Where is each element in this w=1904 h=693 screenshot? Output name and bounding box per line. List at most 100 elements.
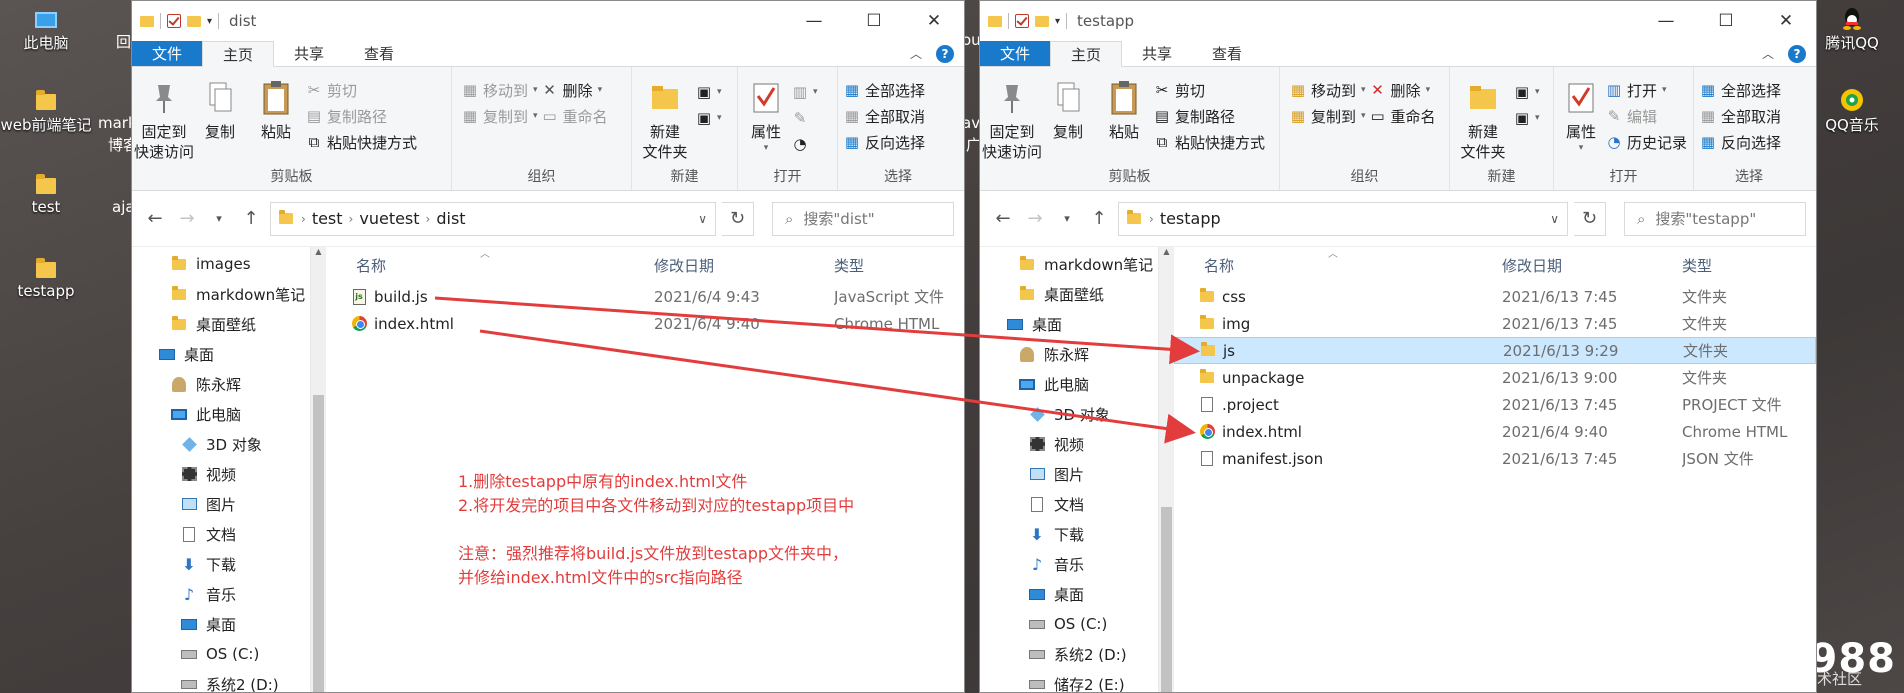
nav-item[interactable]: 桌面壁纸 — [980, 279, 1174, 309]
collapse-ribbon-icon[interactable]: ︿ — [1762, 45, 1774, 62]
move-to-button[interactable]: ▦ 移动到 ▾ — [462, 79, 538, 101]
desktop-icon-web-notes[interactable]: web前端笔记 — [0, 90, 92, 135]
file-row[interactable]: css 2021/6/13 7:45 文件夹 — [1174, 283, 1816, 310]
nav-item[interactable]: 桌面 — [980, 309, 1174, 339]
nav-item[interactable]: 储存2 (E:) — [980, 669, 1174, 692]
up-arrow-icon[interactable]: ↑ — [1086, 208, 1112, 229]
file-row[interactable]: img 2021/6/13 7:45 文件夹 — [1174, 310, 1816, 337]
cut-button[interactable]: ✂ 剪切 — [306, 79, 417, 101]
breadcrumb-segment[interactable]: test — [312, 209, 343, 228]
nav-item[interactable]: OS (C:) — [132, 639, 326, 669]
file-row[interactable]: js build.js 2021/6/4 9:43 JavaScript 文件 — [326, 283, 964, 310]
recent-locations-icon[interactable]: ▾ — [206, 212, 232, 225]
new-folder-icon[interactable] — [187, 15, 201, 27]
desktop-icon-testapp[interactable]: testapp — [0, 258, 92, 300]
invert-selection-button[interactable]: ▦ 反向选择 — [1700, 131, 1781, 153]
delete-button[interactable]: ✕ 删除 ▾ — [1370, 79, 1436, 101]
tab-view[interactable]: 查看 — [344, 41, 414, 66]
help-icon[interactable]: ? — [1788, 44, 1806, 63]
file-row[interactable]: js 2021/6/13 9:29 文件夹 — [1174, 337, 1816, 364]
edit-button[interactable]: ✎ 编辑 — [1606, 105, 1687, 127]
nav-scrollbar[interactable]: ▲ — [310, 247, 326, 692]
select-none-button[interactable]: ▦ 全部取消 — [844, 105, 925, 127]
file-row[interactable]: unpackage 2021/6/13 9:00 文件夹 — [1174, 364, 1816, 391]
history-button[interactable]: ◔ — [792, 133, 818, 155]
nav-item[interactable]: markdown笔记 — [132, 279, 326, 309]
nav-item[interactable]: 此电脑 — [132, 399, 326, 429]
nav-item[interactable]: 系统2 (D:) — [132, 669, 326, 692]
select-all-button[interactable]: ▦ 全部选择 — [1700, 79, 1781, 101]
scrollbar-thumb[interactable] — [313, 395, 324, 692]
minimize-icon[interactable]: — — [784, 1, 844, 41]
close-icon[interactable]: ✕ — [904, 1, 964, 41]
back-arrow-icon[interactable]: ← — [990, 208, 1016, 229]
nav-scrollbar[interactable]: ▲ — [1158, 247, 1174, 692]
forward-arrow-icon[interactable]: → — [174, 208, 200, 229]
paste-shortcut-button[interactable]: ⧉ 粘贴快捷方式 — [1154, 131, 1265, 153]
edit-button[interactable]: ✎ — [792, 107, 818, 129]
file-row[interactable]: index.html 2021/6/4 9:40 Chrome HTML — [1174, 418, 1816, 445]
column-type[interactable]: 类型 — [1682, 255, 1712, 276]
tab-home[interactable]: 主页 — [202, 41, 275, 67]
nav-item[interactable]: 桌面壁纸 — [132, 309, 326, 339]
delete-button[interactable]: ✕ 删除 ▾ — [542, 79, 608, 101]
nav-item[interactable]: 视频 — [132, 459, 326, 489]
tab-file[interactable]: 文件 — [132, 41, 203, 66]
desktop-icon-qqmusic[interactable]: QQ音乐 — [1806, 88, 1898, 135]
move-to-button[interactable]: ▦ 移动到 ▾ — [1290, 79, 1366, 101]
select-all-button[interactable]: ▦ 全部选择 — [844, 79, 925, 101]
tab-file[interactable]: 文件 — [980, 41, 1051, 66]
up-arrow-icon[interactable]: ↑ — [238, 208, 264, 229]
file-row[interactable]: .project 2021/6/13 7:45 PROJECT 文件 — [1174, 391, 1816, 418]
breadcrumb-segment[interactable]: testapp — [1160, 209, 1221, 228]
copy-path-button[interactable]: ▤ 复制路径 — [1154, 105, 1265, 127]
address-bar[interactable]: › testapp ∨ — [1118, 201, 1568, 236]
properties-check-icon[interactable] — [1015, 14, 1029, 28]
recent-locations-icon[interactable]: ▾ — [1054, 212, 1080, 225]
desktop-icon-test[interactable]: test — [0, 174, 92, 216]
copy-path-button[interactable]: ▤ 复制路径 — [306, 105, 417, 127]
nav-item[interactable]: ⬇ 下载 — [132, 549, 326, 579]
invert-selection-button[interactable]: ▦ 反向选择 — [844, 131, 925, 153]
nav-item[interactable]: ♪ 音乐 — [980, 549, 1174, 579]
select-none-button[interactable]: ▦ 全部取消 — [1700, 105, 1781, 127]
tab-view[interactable]: 查看 — [1192, 41, 1262, 66]
paste-shortcut-button[interactable]: ⧉ 粘贴快捷方式 — [306, 131, 417, 153]
maximize-icon[interactable]: ☐ — [1696, 1, 1756, 41]
breadcrumb-segment[interactable]: dist — [436, 209, 465, 228]
breadcrumb-segment[interactable]: vuetest — [359, 209, 419, 228]
nav-item[interactable]: 3D 对象 — [132, 429, 326, 459]
nav-item[interactable]: 图片 — [980, 459, 1174, 489]
address-history-dropdown-icon[interactable]: ∨ — [1550, 212, 1559, 226]
rename-button[interactable]: ▭ 重命名 — [1370, 105, 1435, 127]
nav-item[interactable]: ♪ 音乐 — [132, 579, 326, 609]
customize-toolbar-dropdown-icon[interactable]: ▾ — [207, 16, 212, 27]
rename-button[interactable]: ▭ 重命名 — [542, 105, 607, 127]
tab-home[interactable]: 主页 — [1050, 41, 1123, 67]
column-name[interactable]: 名称 — [326, 255, 654, 276]
scrollbar-thumb[interactable] — [1161, 507, 1172, 692]
tab-share[interactable]: 共享 — [1122, 41, 1192, 66]
nav-item[interactable]: 图片 — [132, 489, 326, 519]
easy-access-button[interactable]: ▣ ▾ — [696, 107, 722, 129]
new-folder-icon[interactable] — [1035, 15, 1049, 27]
nav-item[interactable]: 文档 — [132, 519, 326, 549]
forward-arrow-icon[interactable]: → — [1022, 208, 1048, 229]
file-row[interactable]: index.html 2021/6/4 9:40 Chrome HTML — [326, 310, 964, 337]
nav-item[interactable]: 视频 — [980, 429, 1174, 459]
open-button[interactable]: ▥ 打开 ▾ — [1606, 79, 1687, 101]
new-item-button[interactable]: ▣ ▾ — [696, 81, 722, 103]
nav-item[interactable]: 3D 对象 — [980, 399, 1174, 429]
column-name[interactable]: 名称 — [1174, 255, 1502, 276]
nav-item[interactable]: 桌面 — [132, 339, 326, 369]
nav-item[interactable]: ⬇ 下载 — [980, 519, 1174, 549]
nav-item[interactable]: images — [132, 249, 326, 279]
new-item-button[interactable]: ▣ ▾ — [1514, 81, 1540, 103]
copy-to-button[interactable]: ▦ 复制到 ▾ — [462, 105, 538, 127]
desktop-icon-qq[interactable]: 腾讯QQ — [1806, 6, 1898, 53]
customize-toolbar-dropdown-icon[interactable]: ▾ — [1055, 16, 1060, 27]
nav-item[interactable]: 陈永辉 — [132, 369, 326, 399]
history-button[interactable]: ◔ 历史记录 — [1606, 131, 1687, 153]
column-type[interactable]: 类型 — [834, 255, 864, 276]
tab-share[interactable]: 共享 — [274, 41, 344, 66]
